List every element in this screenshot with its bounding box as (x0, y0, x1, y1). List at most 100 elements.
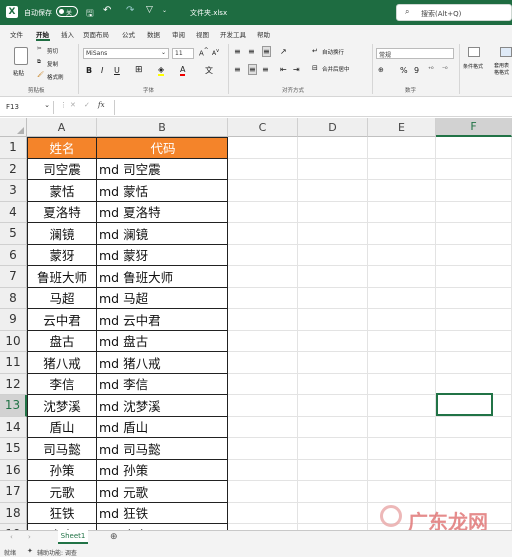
paste-button[interactable]: 粘贴 (13, 69, 24, 77)
row-header[interactable]: 2 (0, 158, 27, 180)
conditional-format-button[interactable]: 条件格式 (463, 63, 483, 70)
table-format-icon[interactable] (500, 47, 512, 57)
cell-name[interactable]: 司马懿 (27, 438, 97, 460)
name-box[interactable]: F13 ⌄ (4, 101, 54, 114)
cut-icon[interactable]: ✂ (37, 46, 42, 52)
tab-review[interactable]: 审阅 (172, 29, 185, 39)
tab-insert[interactable]: 插入 (61, 29, 74, 39)
row-header[interactable]: 7 (0, 266, 27, 288)
format-painter-button[interactable]: 格式刷 (47, 73, 64, 81)
increase-font-icon[interactable]: A^ (199, 48, 209, 57)
cancel-icon[interactable]: ✕ (70, 101, 76, 109)
accessibility-status[interactable]: 辅助功能: 调查 (37, 548, 77, 557)
orientation-icon[interactable]: ↗ (280, 47, 287, 56)
column-header-c[interactable]: C (228, 118, 298, 137)
select-all-corner[interactable] (0, 118, 27, 137)
row-header[interactable]: 6 (0, 244, 27, 266)
accessibility-icon[interactable]: ✦ (27, 547, 33, 555)
cell-name[interactable]: 盘古 (27, 330, 97, 352)
align-left-icon[interactable]: ≡ (234, 65, 241, 74)
row-header[interactable]: 16 (0, 459, 27, 481)
cell-code[interactable]: md 蒙恬 (97, 180, 228, 202)
sheet-tab-sheet1[interactable]: Sheet1 (58, 530, 88, 544)
row-header[interactable]: 17 (0, 481, 27, 503)
merge-center-icon[interactable]: ⊟ (312, 64, 318, 72)
indent-icon[interactable]: ⇤ (280, 65, 287, 74)
row-header[interactable]: 8 (0, 287, 27, 309)
cell-code[interactable]: md 司马懿 (97, 438, 228, 460)
row-header[interactable]: 5 (0, 223, 27, 245)
search-box[interactable]: ⌕ 搜索(Alt+Q) (396, 4, 512, 21)
row-header[interactable]: 13 (0, 395, 27, 417)
currency-icon[interactable]: ⊕ (378, 66, 384, 74)
scroll-left-icon[interactable]: ‹ (10, 533, 13, 541)
align-bottom-icon[interactable]: ≡ (262, 46, 271, 57)
autosave-toggle[interactable]: 关 (56, 6, 78, 17)
column-header-d[interactable]: D (298, 118, 368, 137)
row-header[interactable]: 11 (0, 352, 27, 374)
paste-icon[interactable] (14, 47, 28, 65)
cell-name[interactable]: 元歌 (27, 481, 97, 503)
scroll-right-icon[interactable]: › (28, 533, 31, 541)
cell-code[interactable]: md 夏洛特 (97, 201, 228, 223)
format-painter-icon[interactable]: 🖌 (37, 72, 44, 78)
row-header[interactable]: 15 (0, 438, 27, 460)
cell-code[interactable]: md 鲁班大师 (97, 266, 228, 288)
align-middle-icon[interactable]: ≡ (248, 47, 255, 56)
cell-code[interactable]: md 司空震 (97, 158, 228, 180)
borders-icon[interactable]: ⊞ (135, 65, 143, 75)
undo-icon[interactable]: ↶ (103, 5, 111, 16)
cell-name[interactable]: 沈梦溪 (27, 395, 97, 417)
cell-name[interactable]: 盾山 (27, 416, 97, 438)
decrease-decimal-icon[interactable]: ⁻⁰ (442, 66, 448, 73)
cell-code[interactable]: md 孙策 (97, 459, 228, 481)
tab-developer[interactable]: 开发工具 (220, 29, 246, 39)
cell-name[interactable]: 夏洛特 (27, 201, 97, 223)
phonetic-icon[interactable]: 文 (205, 65, 213, 76)
filter-icon[interactable]: ▽ (146, 5, 153, 15)
italic-button[interactable]: I (101, 66, 103, 75)
formula-input[interactable] (114, 100, 512, 115)
font-name-select[interactable]: MiSans ⌄ (83, 48, 169, 59)
table-format-button[interactable]: 套用表格格式 (494, 63, 512, 77)
more-icon[interactable]: ⋮ (60, 101, 67, 109)
cell-name[interactable]: 蒙恬 (27, 180, 97, 202)
cell-code[interactable]: md 马超 (97, 287, 228, 309)
row-header[interactable]: 18 (0, 502, 27, 524)
font-size-select[interactable]: 11 (172, 48, 194, 59)
align-center-icon[interactable]: ≡ (248, 64, 257, 75)
cut-button[interactable]: 剪切 (47, 47, 58, 55)
column-header-e[interactable]: E (368, 118, 436, 137)
outdent-icon[interactable]: ⇥ (293, 65, 300, 74)
enter-icon[interactable]: ✓ (84, 101, 90, 109)
decrease-font-icon[interactable]: Av (212, 48, 219, 57)
cell-name[interactable]: 鲁班大师 (27, 266, 97, 288)
cell-name[interactable]: 李信 (27, 373, 97, 395)
merge-center-button[interactable]: 合并后居中 (322, 65, 350, 73)
header-cell-code[interactable]: 代码 (97, 137, 228, 159)
row-header[interactable]: 14 (0, 416, 27, 438)
cell-code[interactable]: md 猪八戒 (97, 352, 228, 374)
cell-code[interactable]: md 澜镜 (97, 223, 228, 245)
conditional-format-icon[interactable] (468, 47, 480, 57)
underline-button[interactable]: U (114, 66, 120, 75)
wrap-text-icon[interactable]: ↵ (312, 47, 318, 55)
increase-decimal-icon[interactable]: ⁺⁰ (428, 66, 434, 73)
tab-page-layout[interactable]: 页面布局 (83, 29, 109, 39)
font-color-icon[interactable]: A (180, 65, 186, 76)
cell-code[interactable]: md 盘古 (97, 330, 228, 352)
tab-home[interactable]: 开始 (36, 29, 49, 39)
align-right-icon[interactable]: ≡ (262, 65, 269, 74)
column-header-b[interactable]: B (97, 118, 228, 137)
row-header[interactable]: 4 (0, 201, 27, 223)
customize-qat-icon[interactable]: ⌄ (162, 7, 167, 14)
cell-name[interactable]: 猪八戒 (27, 352, 97, 374)
row-header[interactable]: 9 (0, 309, 27, 331)
cell-code[interactable]: md 沈梦溪 (97, 395, 228, 417)
cell-code[interactable]: md 狂铁 (97, 502, 228, 524)
row-header[interactable]: 12 (0, 373, 27, 395)
cell-name[interactable]: 狂铁 (27, 502, 97, 524)
fill-color-icon[interactable]: ◈ (158, 65, 165, 76)
cell-name[interactable]: 马超 (27, 287, 97, 309)
tab-file[interactable]: 文件 (10, 29, 23, 39)
